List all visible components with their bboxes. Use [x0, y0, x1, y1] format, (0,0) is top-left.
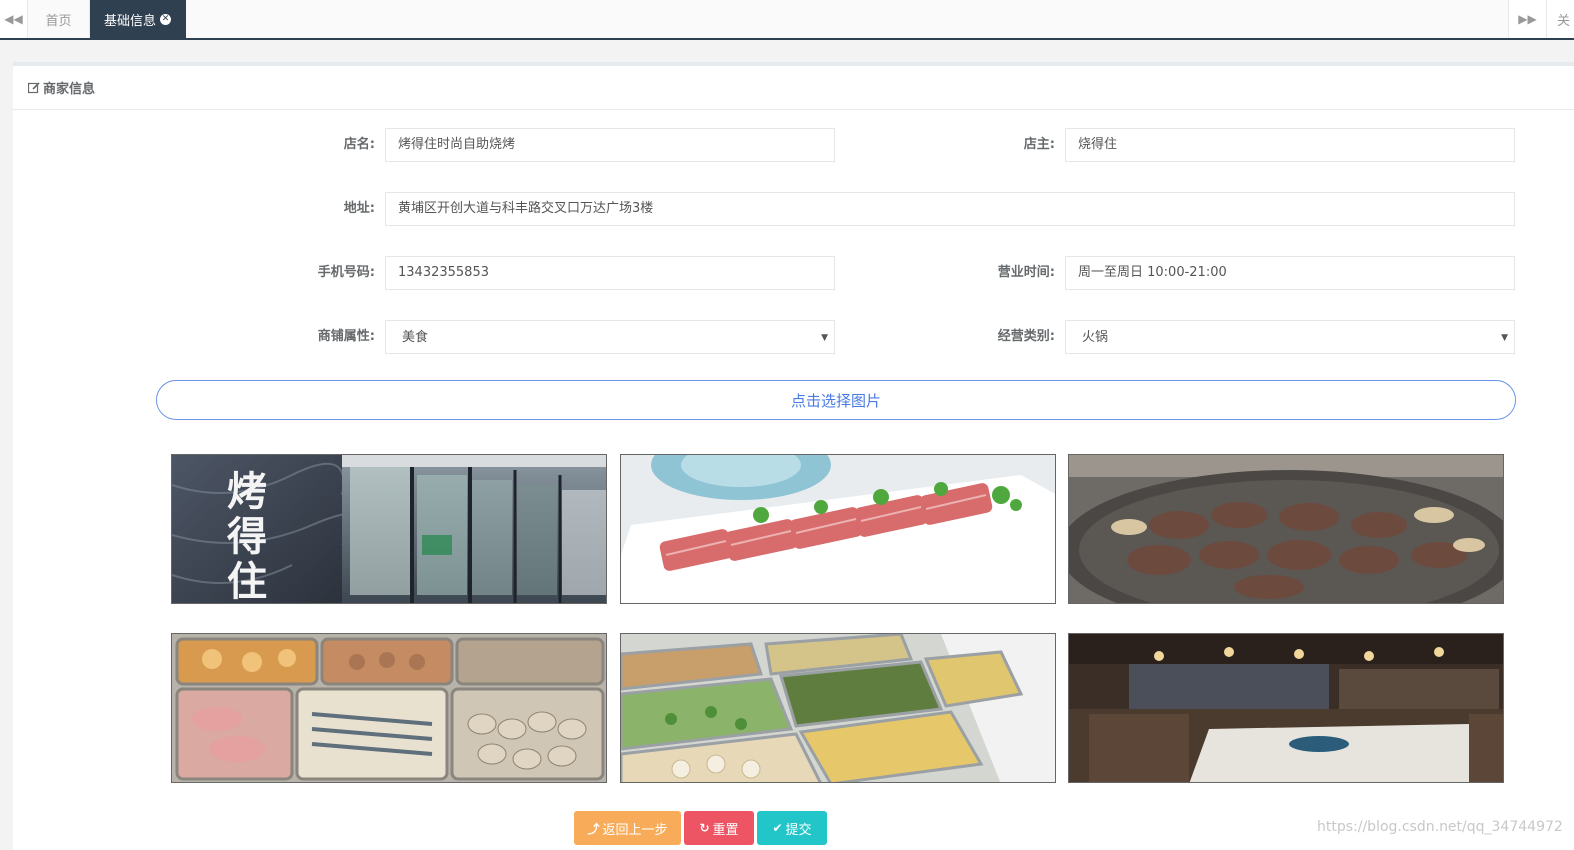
address-input[interactable]: 黄埔区开创大道与科丰路交叉口万达广场3楼	[385, 192, 1515, 226]
merchant-info-panel: 商家信息 店名: 烤得住时尚自助烧烤 店主: 烧得住 地址: 黄埔区开创大道与科…	[13, 62, 1574, 850]
edit-icon	[28, 81, 40, 93]
shop-attr-select[interactable]: 美食 ▼	[385, 320, 835, 354]
check-circle-icon: ✔	[772, 821, 783, 835]
shop-name-input[interactable]: 烤得住时尚自助烧烤	[385, 128, 835, 162]
shop-photo-vegetables[interactable]	[620, 633, 1056, 783]
owner-input[interactable]: 烧得住	[1065, 128, 1515, 162]
svg-text:住: 住	[227, 558, 267, 604]
chevron-down-icon: ▼	[1501, 333, 1508, 343]
scroll-left-button[interactable]: ◀◀	[0, 0, 28, 38]
svg-text:得: 得	[227, 513, 267, 560]
tab-bar: ◀◀ 首页 基础信息 ✕ ▶▶ 关	[0, 0, 1574, 40]
category-select[interactable]: 火锅 ▼	[1065, 320, 1515, 354]
double-chevron-right-icon: ▶▶	[1518, 12, 1537, 26]
shop-photo-meat[interactable]	[620, 454, 1056, 604]
shop-name-label: 店名:	[343, 137, 375, 152]
shop-photo-grill[interactable]	[1068, 454, 1504, 604]
category-value: 火锅	[1082, 330, 1109, 345]
close-all-tabs-button[interactable]: 关	[1546, 0, 1574, 38]
refresh-icon: ↻	[699, 821, 710, 835]
grill-image	[1069, 455, 1503, 603]
shop-photo-seafood[interactable]	[171, 633, 607, 783]
reset-button[interactable]: ↻ 重置	[684, 811, 754, 845]
category-label: 经营类别:	[997, 329, 1055, 344]
storefront-image: 烤 得 住	[172, 455, 606, 604]
close-all-label: 关	[1557, 13, 1571, 29]
vegetable-buffet-image	[621, 634, 1055, 782]
back-button-label: 返回上一步	[602, 822, 668, 838]
seafood-buffet-image	[172, 634, 606, 782]
meat-plate-image	[621, 455, 1055, 603]
hours-input[interactable]: 周一至周日 10:00-21:00	[1065, 256, 1515, 290]
phone-input[interactable]: 13432355853	[385, 256, 835, 290]
shop-photo-interior[interactable]	[1068, 633, 1504, 783]
select-image-label: 点击选择图片	[790, 391, 881, 410]
submit-button[interactable]: ✔ 提交	[757, 811, 827, 845]
address-label: 地址:	[343, 201, 375, 216]
owner-label: 店主:	[1023, 137, 1055, 152]
shop-attr-value: 美食	[402, 330, 429, 345]
interior-image	[1069, 634, 1503, 782]
tab-basic-info[interactable]: 基础信息 ✕	[90, 0, 186, 38]
panel-header: 商家信息	[13, 66, 1574, 110]
shop-attr-label: 商铺属性:	[317, 329, 375, 344]
svg-text:烤: 烤	[227, 468, 267, 515]
double-chevron-left-icon: ◀◀	[4, 12, 23, 26]
watermark: https://blog.csdn.net/qq_34744972	[1317, 819, 1563, 835]
panel-title: 商家信息	[43, 82, 96, 97]
scroll-right-button[interactable]: ▶▶	[1508, 0, 1546, 38]
tab-basic-info-label: 基础信息	[104, 13, 157, 29]
submit-button-label: 提交	[785, 822, 812, 838]
select-image-button[interactable]: 点击选择图片	[156, 380, 1516, 420]
tab-home[interactable]: 首页	[28, 0, 90, 38]
back-button[interactable]: ⤴ 返回上一步	[574, 811, 681, 845]
level-up-icon: ⤴	[587, 821, 600, 836]
phone-label: 手机号码:	[317, 265, 375, 280]
hours-label: 营业时间:	[997, 265, 1055, 280]
close-tab-icon[interactable]: ✕	[160, 13, 172, 25]
chevron-down-icon: ▼	[821, 333, 828, 343]
reset-button-label: 重置	[712, 822, 739, 838]
tab-home-label: 首页	[45, 13, 72, 29]
shop-photo-storefront[interactable]: 烤 得 住	[171, 454, 607, 604]
